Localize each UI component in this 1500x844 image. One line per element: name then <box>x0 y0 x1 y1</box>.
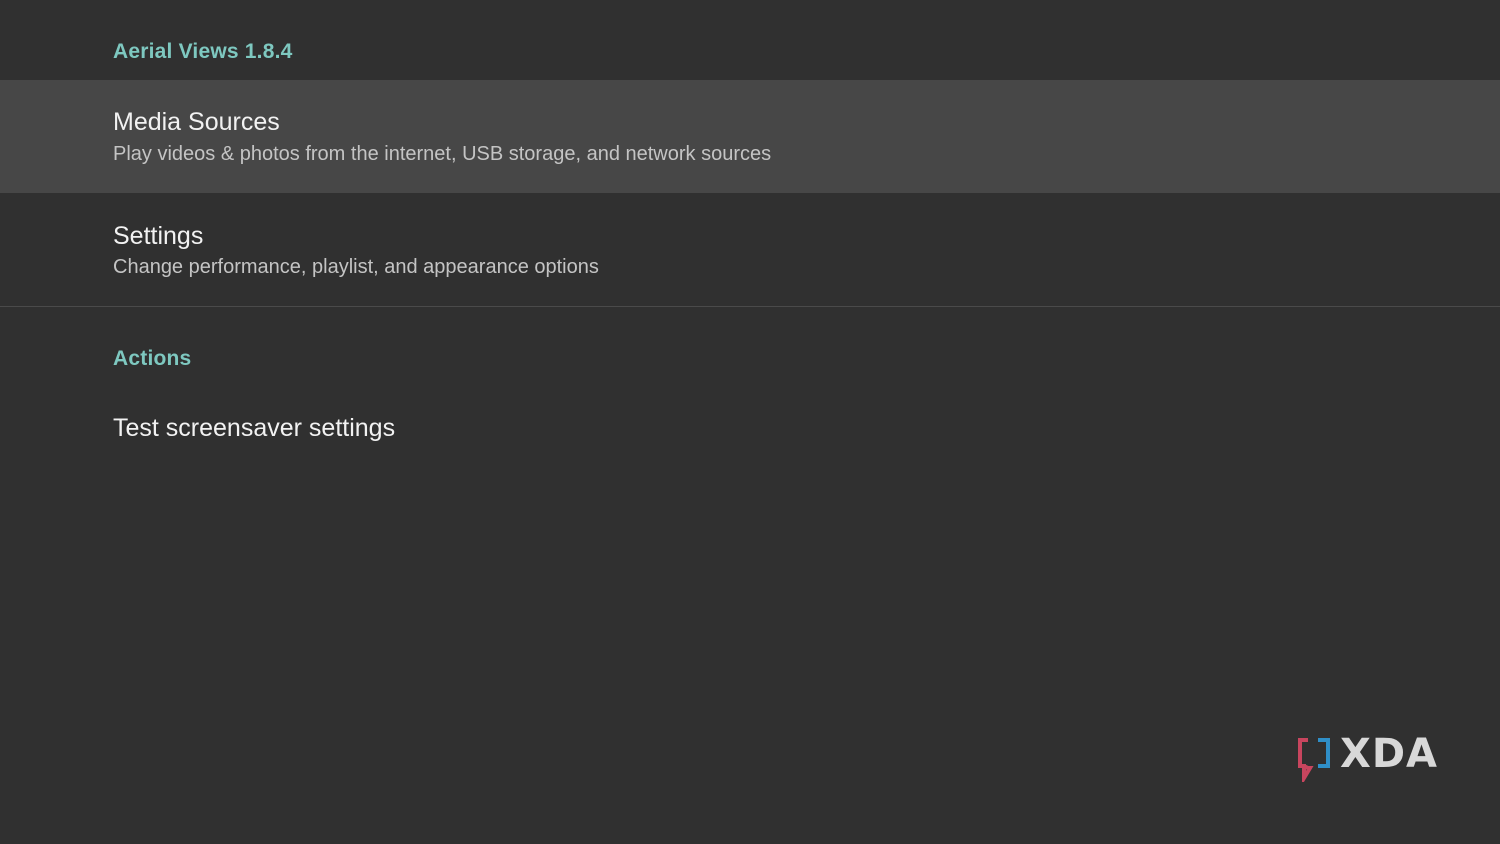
test-screensaver-item[interactable]: Test screensaver settings <box>0 390 1500 470</box>
app-version-header: Aerial Views 1.8.4 <box>113 40 293 63</box>
media-sources-item[interactable]: Media Sources Play videos & photos from … <box>0 80 1500 193</box>
section-divider <box>0 306 1500 307</box>
xda-logo-text: XDA <box>1340 731 1438 777</box>
settings-title: Settings <box>113 222 204 250</box>
settings-summary: Change performance, playlist, and appear… <box>113 256 599 278</box>
xda-bracket-logo-icon <box>1298 738 1330 782</box>
settings-item[interactable]: Settings Change performance, playlist, a… <box>0 193 1500 306</box>
media-sources-summary: Play videos & photos from the internet, … <box>113 143 772 165</box>
xda-watermark: XDA <box>1296 734 1442 782</box>
screensaver-settings-screen: Aerial Views 1.8.4 Media Sources Play vi… <box>0 0 1500 844</box>
media-sources-title: Media Sources <box>113 108 280 136</box>
actions-header: Actions <box>113 347 192 370</box>
test-screensaver-title: Test screensaver settings <box>113 414 396 442</box>
